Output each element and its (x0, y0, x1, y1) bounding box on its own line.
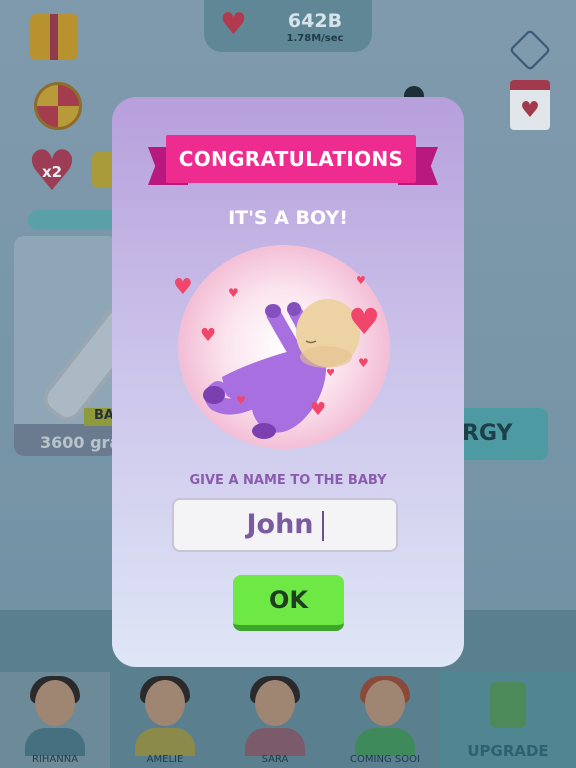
gift-icon[interactable] (30, 14, 78, 60)
ok-button[interactable]: OK (233, 575, 344, 631)
character-name: COMING SOOI (350, 754, 420, 765)
banner-title: CONGRATULATIONS (166, 135, 416, 183)
upgrade-arrow-icon (490, 682, 526, 728)
hearts-rate: 1.78M/sec (286, 33, 344, 44)
avatar (35, 680, 75, 726)
outfit (25, 728, 85, 756)
hearts-counter: ♥ 642B 1.78M/sec (204, 0, 372, 52)
avatar (255, 680, 295, 726)
banner: CONGRATULATIONS (148, 133, 438, 191)
congratulations-dialog: CONGRATULATIONS IT'S A BOY! ♥ ♥ ♥ ♥ ♥ ♥ … (112, 97, 464, 667)
heart-icon: ♥ (200, 325, 217, 346)
pregnancy-test-card[interactable]: BA 3600 gra (14, 236, 149, 456)
outfit (135, 728, 195, 756)
text-caret (321, 510, 324, 541)
heart-icon: ♥ (348, 302, 381, 343)
outfit (355, 728, 415, 756)
character-amelie[interactable]: AMELIE (110, 672, 220, 768)
avatar (145, 680, 185, 726)
rotate-device-icon[interactable] (508, 28, 552, 72)
baby-name-input[interactable]: John (172, 498, 398, 552)
name-prompt: GIVE A NAME TO THE BABY (189, 473, 387, 488)
character-bar: RIHANNA AMELIE SARA COMING SOOI UPGRADE (0, 672, 576, 768)
baby-name-value: John (246, 509, 314, 540)
character-coming-soon[interactable]: COMING SOOI (330, 672, 440, 768)
heart-icon: ♥ (310, 399, 327, 420)
upgrade-label: UPGRADE (467, 742, 549, 760)
multiplier-button[interactable]: x2 (27, 150, 77, 194)
dialog-subtitle: IT'S A BOY! (228, 207, 348, 229)
prize-wheel-icon[interactable] (34, 82, 82, 130)
baby-illustration: ♥ ♥ ♥ ♥ ♥ ♥ ♥ ♥ ♥ (173, 245, 390, 449)
heart-icon: ♥ (358, 356, 369, 370)
progress-strip (28, 210, 118, 230)
character-name: RIHANNA (31, 754, 79, 765)
character-rihanna[interactable]: RIHANNA (0, 672, 110, 768)
calendar-icon[interactable]: ♥ (510, 80, 550, 130)
card-grams: 3600 gra (40, 433, 121, 452)
energy-button[interactable]: RGY (456, 408, 548, 460)
heart-icon: ♥ (220, 7, 247, 42)
upgrade-button[interactable]: UPGRADE (440, 672, 576, 768)
character-sara[interactable]: SARA (220, 672, 330, 768)
hearts-total: 642B (287, 10, 343, 32)
character-name: AMELIE (146, 754, 184, 765)
outfit (245, 728, 305, 756)
heart-icon: ♥ (326, 368, 335, 379)
heart-icon: ♥ (356, 274, 366, 287)
heart-icon: ♥ (236, 394, 246, 407)
multiplier-label: x2 (41, 163, 63, 181)
heart-icon: ♥ (173, 275, 193, 300)
character-name: SARA (261, 754, 289, 765)
avatar (365, 680, 405, 726)
heart-icon: ♥ (228, 286, 239, 300)
